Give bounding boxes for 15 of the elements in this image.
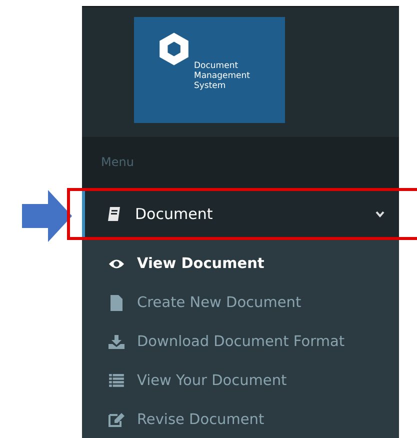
menu-header: Menu (82, 137, 399, 188)
submenu-item[interactable]: View Your Document (82, 361, 399, 400)
eye-icon (108, 258, 125, 270)
download-icon (108, 334, 125, 348)
submenu-item[interactable]: Create New Document (82, 283, 399, 322)
list-icon (108, 374, 125, 387)
edit-icon (108, 412, 125, 426)
menu-item-label: Document (135, 205, 214, 223)
book-icon (107, 206, 121, 222)
submenu-item[interactable]: Revise Document (82, 400, 399, 438)
submenu-item[interactable]: Download Document Format (82, 322, 399, 361)
submenu-item[interactable]: View Document (82, 244, 399, 283)
logo-text: Document Management System (194, 60, 250, 91)
arrow-icon (22, 190, 72, 242)
file-icon (108, 294, 125, 310)
